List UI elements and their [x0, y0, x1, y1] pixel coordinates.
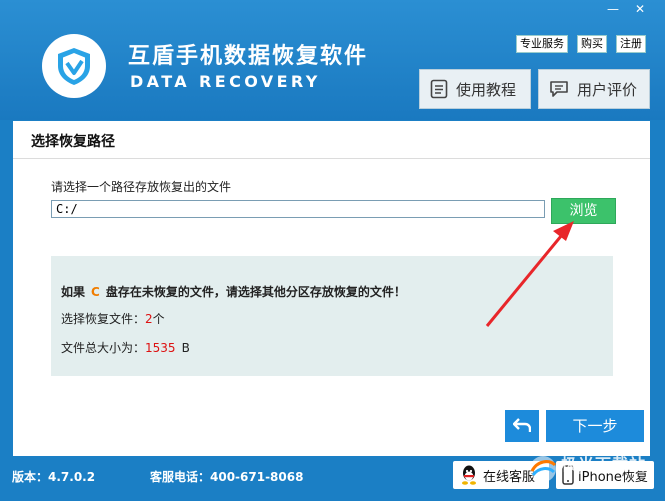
iphone-recovery-button[interactable]: iPhone恢复 [556, 461, 654, 489]
hotline-text: 客服电话：400-671-8068 [150, 470, 304, 484]
qq-icon [462, 465, 476, 485]
version-text: 版本：4.7.0.2 [12, 470, 96, 484]
iphone-recovery-label: iPhone恢复 [578, 469, 648, 485]
phone-icon [562, 465, 574, 485]
annotation-arrow [485, 221, 574, 327]
online-service-button[interactable]: 在线客服 [453, 461, 549, 489]
online-service-label: 在线客服 [483, 469, 536, 485]
